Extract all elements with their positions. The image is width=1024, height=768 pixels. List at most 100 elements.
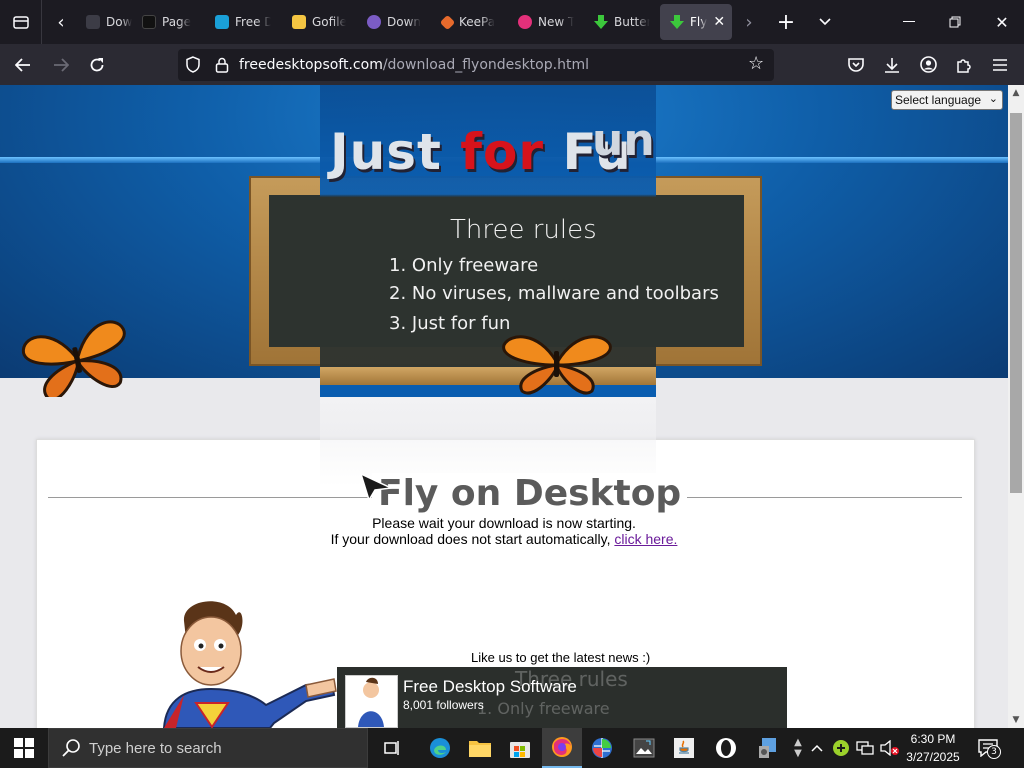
tab-label: Down <box>387 15 422 29</box>
clock-time: 6:30 PM <box>910 732 956 746</box>
rule-item: 3. Just for fun <box>389 313 511 334</box>
scrollbar-thumb[interactable] <box>1010 113 1022 493</box>
language-select[interactable]: Select language ⌄ <box>891 90 1003 110</box>
download-icon <box>86 15 100 29</box>
superhero-mascot-image <box>162 601 337 728</box>
globe-app-icon[interactable] <box>582 728 622 768</box>
restore-icon[interactable] <box>934 0 976 44</box>
back-arrow-icon[interactable] <box>6 44 40 85</box>
opera-icon[interactable] <box>706 728 746 768</box>
search-icon <box>62 739 80 757</box>
butterfly-icon <box>21 320 126 397</box>
downloads-icon[interactable] <box>876 44 908 85</box>
firefox-view-icon[interactable] <box>0 0 42 44</box>
tab-active[interactable]: Fly ✕ <box>660 4 732 40</box>
chevron-down-icon[interactable] <box>810 0 840 44</box>
edge-icon[interactable] <box>420 728 460 768</box>
butterfly-icon <box>502 335 612 395</box>
close-tab-icon[interactable]: ✕ <box>713 14 725 30</box>
show-hidden-icons-chevron-icon[interactable] <box>807 728 827 768</box>
tab[interactable]: New T <box>508 4 574 40</box>
url-host: freedesktopsoft.com <box>239 57 383 73</box>
facebook-followers-count: 8,001 followers <box>403 698 484 712</box>
hero-title-tail: un <box>592 115 655 166</box>
tab[interactable]: Butter <box>584 4 650 40</box>
network-icon[interactable] <box>854 728 876 768</box>
hero-title: Just for Fu <box>330 123 632 181</box>
hero-title-highlight: for <box>460 123 545 181</box>
minimize-icon[interactable] <box>888 0 930 44</box>
facebook-page-widget[interactable]: Three rules 1. Only freeware Free Deskto… <box>337 667 787 728</box>
scroll-up-arrow-icon[interactable]: ▲ <box>1008 85 1024 101</box>
freedesktop-icon <box>215 15 229 29</box>
settings-app-icon[interactable] <box>748 728 788 768</box>
page-scrollbar[interactable]: ▲ ▼ <box>1008 85 1024 728</box>
lock-icon[interactable] <box>215 57 229 73</box>
task-view-icon[interactable] <box>372 728 412 768</box>
bookmark-star-icon[interactable]: ☆ <box>748 53 764 74</box>
url-bar[interactable]: freedesktopsoft.com/download_flyondeskto… <box>178 49 774 81</box>
chevron-down-icon: ⌄ <box>988 93 998 105</box>
windows-taskbar: Type here to search ▲ ▼ 6:30 PM 3/27/202… <box>0 728 1024 768</box>
file-explorer-icon[interactable] <box>460 728 500 768</box>
scroll-down-arrow-icon[interactable]: ▼ <box>1008 712 1024 728</box>
image-app-icon[interactable] <box>624 728 664 768</box>
fly-cursor-icon <box>359 472 394 502</box>
forward-arrow-icon[interactable] <box>44 44 78 85</box>
volume-muted-icon[interactable] <box>878 728 902 768</box>
tab[interactable]: Down <box>357 4 423 40</box>
url-text[interactable]: freedesktopsoft.com/download_flyondeskto… <box>239 57 589 73</box>
tab[interactable]: KeePa <box>432 4 498 40</box>
clock-date: 3/27/2025 <box>906 750 960 764</box>
keepass-icon <box>439 14 456 30</box>
store-icon[interactable] <box>500 728 540 768</box>
url-path: /download_flyondesktop.html <box>382 57 589 73</box>
account-icon[interactable] <box>912 44 944 85</box>
extensions-puzzle-icon[interactable] <box>948 44 980 85</box>
web-page: Just for Fu un Three rules 1. Only freew… <box>0 85 1024 728</box>
chevron-right-icon[interactable]: › <box>736 0 762 44</box>
board-heading: Three rules <box>450 215 597 245</box>
chevron-left-icon[interactable]: ‹ <box>46 0 76 44</box>
facebook-page-avatar[interactable] <box>345 675 398 728</box>
taskbar-clock[interactable]: 6:30 PM 3/27/2025 <box>902 730 964 766</box>
tab-label: Free D <box>235 15 271 29</box>
taskbar-search-box[interactable]: Type here to search <box>48 728 368 768</box>
tab-label: Down <box>106 15 132 29</box>
reload-icon[interactable] <box>80 44 114 85</box>
rule-item: 2. No viruses, mallware and toolbars <box>389 283 719 304</box>
widget-background-rule: 1. Only freeware <box>477 699 610 718</box>
hamburger-menu-icon[interactable] <box>984 44 1016 85</box>
tab[interactable]: Page <box>132 4 196 40</box>
tab-label: Butter <box>614 15 650 29</box>
tab[interactable]: Gofile <box>282 4 346 40</box>
firefox-icon <box>518 15 532 29</box>
click-here-link[interactable]: click here. <box>614 531 677 547</box>
tray-app-icon[interactable] <box>830 728 852 768</box>
language-select-label: Select language <box>895 93 982 107</box>
shield-icon[interactable] <box>186 56 200 73</box>
pocket-icon[interactable] <box>840 44 872 85</box>
notification-count-badge: 3 <box>987 745 1001 759</box>
fallback-label: If your download does not start automati… <box>330 531 611 547</box>
nav-toolbar: freedesktopsoft.com/download_flyondeskto… <box>0 44 1024 85</box>
tab[interactable]: Free D <box>205 4 271 40</box>
tab-label: Page <box>162 15 192 29</box>
java-icon[interactable] <box>664 728 704 768</box>
notification-center-icon[interactable]: 3 <box>968 728 1008 768</box>
close-window-icon[interactable]: ✕ <box>980 0 1024 44</box>
gofile-icon <box>292 15 306 29</box>
download-fallback-text: If your download does not start automati… <box>0 531 1008 547</box>
new-tab-plus-icon[interactable]: + <box>770 0 802 44</box>
download-arrow-icon <box>670 15 684 29</box>
firefox-icon[interactable] <box>542 728 582 768</box>
facebook-page-name[interactable]: Free Desktop Software <box>403 677 577 697</box>
tab-label: Fly <box>690 15 708 29</box>
tab-label: New T <box>538 15 574 29</box>
tab[interactable]: Down <box>76 4 132 40</box>
tab-strip: ‹ Down Page Free D Gofile Down KeePa New… <box>0 0 1024 44</box>
search-placeholder: Type here to search <box>89 740 222 757</box>
page-title: Fly on Desktop <box>372 473 688 514</box>
windows-start-icon[interactable] <box>0 728 48 768</box>
taskbar-overflow-arrows-icon[interactable]: ▲ ▼ <box>791 728 805 768</box>
